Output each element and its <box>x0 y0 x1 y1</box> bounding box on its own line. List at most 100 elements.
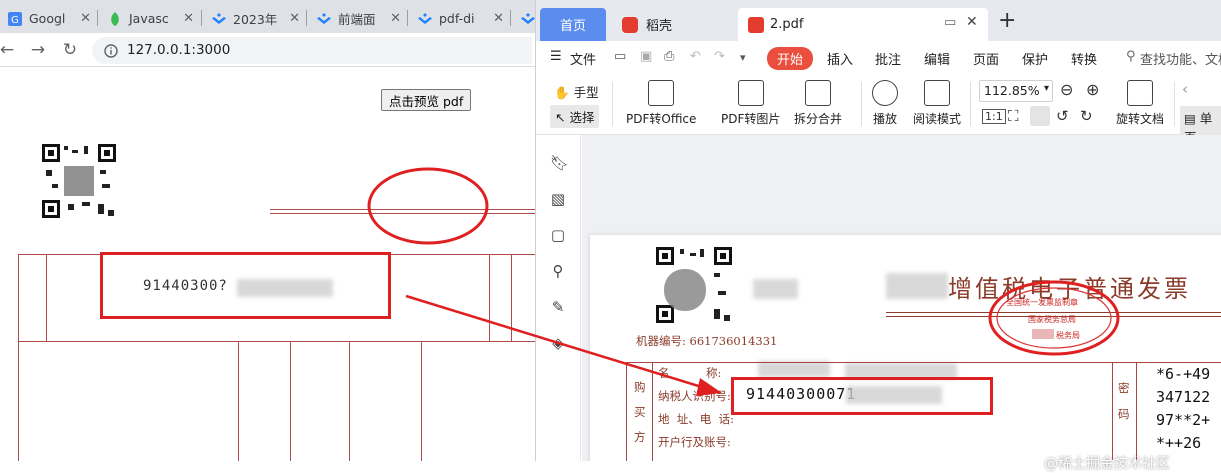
reload-icon[interactable]: ↻ <box>57 37 83 63</box>
fit-width-icon[interactable] <box>1030 106 1050 126</box>
address-bar[interactable]: 127.0.0.1:3000 <box>92 37 532 64</box>
window-icon[interactable]: ▭ <box>944 15 956 30</box>
preview-pdf-button[interactable]: 点击预览 pdf <box>381 89 472 111</box>
attachment-icon[interactable]: ⚲ <box>550 263 566 279</box>
browser-tab-pdf[interactable]: pdf-di ✕ <box>410 4 510 33</box>
undo-icon[interactable]: ↶ <box>690 49 701 64</box>
close-icon[interactable]: ✕ <box>80 11 91 26</box>
menu-file[interactable]: 文件 <box>570 49 596 68</box>
search-icon[interactable]: ⚲ <box>1126 49 1136 64</box>
tax-seal: 全国统一发票监制章 国家税务总局 税务局 <box>984 277 1124 363</box>
taxid-label: 纳税人识别号: <box>658 389 731 403</box>
browser-tab-label: 2023年 <box>233 12 278 27</box>
qr-code <box>42 144 116 222</box>
zoom-in-icon[interactable]: ⊕ <box>1086 80 1099 99</box>
play-icon <box>872 80 898 106</box>
close-icon[interactable]: ✕ <box>390 11 401 26</box>
zoom-select[interactable]: 112.85% ▾ <box>979 80 1053 102</box>
zoom-out-icon[interactable]: ⊖ <box>1060 80 1073 99</box>
select-tool[interactable]: ↖ 选择 <box>550 105 600 128</box>
browser-tab-2023[interactable]: 2023年 ✕ <box>204 4 306 33</box>
split-merge-button[interactable]: 拆分合并 <box>794 80 842 127</box>
hand-tool[interactable]: ✋ 手型 <box>554 82 599 101</box>
comment-icon[interactable]: ▢ <box>550 227 566 243</box>
chevron-left-icon[interactable]: ‹ <box>1182 80 1188 98</box>
sign-icon[interactable]: ✎ <box>550 299 566 315</box>
info-icon[interactable] <box>104 43 118 62</box>
layers-icon[interactable]: ◈ <box>550 335 566 351</box>
blurred-area <box>753 279 798 299</box>
pdf-to-office-button[interactable]: PDF转Office <box>626 80 696 127</box>
menu-protect[interactable]: 保护 <box>1022 49 1048 68</box>
menu-edit[interactable]: 编辑 <box>924 49 950 68</box>
thumbnail-icon[interactable]: ▧ <box>550 191 566 207</box>
machine-label: 机器编号: 661736014331 <box>636 334 778 348</box>
url-text: 127.0.0.1:3000 <box>127 42 231 58</box>
wps-menu-bar: ☰ 文件 ▭ ▣ ⎙ ↶ ↷ ▾ 开始 插入 批注 编辑 页面 保护 转换 ⚲ … <box>536 41 1221 74</box>
juejin-icon <box>212 12 226 26</box>
open-icon[interactable]: ▭ <box>614 49 626 64</box>
rotate-right-icon[interactable]: ↻ <box>1080 107 1093 125</box>
seal-top-text: 全国统一发票监制章 <box>1006 297 1078 307</box>
watermark: @稀土掘金技术社区 <box>1044 456 1170 472</box>
chevron-down-icon[interactable]: ▾ <box>740 51 746 64</box>
close-icon[interactable]: ✕ <box>183 11 194 26</box>
browser-tab-label: 前端面 <box>338 12 376 27</box>
seal-mid-text: 国家税务总局 <box>1028 314 1076 324</box>
browser-tab-label: pdf-di <box>439 11 475 26</box>
pdf-to-image-button[interactable]: PDF转图片 <box>721 80 780 127</box>
rotate-left-icon[interactable]: ↺ <box>1056 107 1069 125</box>
tab-daoke[interactable]: 稻壳 <box>610 8 734 41</box>
redo-icon[interactable]: ↷ <box>714 49 725 64</box>
tab-2pdf[interactable]: 2.pdf ▭ ✕ <box>738 8 988 41</box>
qr-code <box>656 247 732 327</box>
bookmark-icon[interactable]: 🔖︎ <box>550 155 569 171</box>
browser-tab-javascript[interactable]: Javasc ✕ <box>100 4 200 33</box>
page-icon: ▤ <box>1184 111 1196 126</box>
menu-convert[interactable]: 转换 <box>1071 49 1097 68</box>
menu-annotate[interactable]: 批注 <box>875 49 901 68</box>
close-icon[interactable]: ✕ <box>966 14 978 30</box>
name-label: 名 称: <box>658 366 722 380</box>
actual-size-icon[interactable]: 1:1 <box>982 109 1006 124</box>
taxid-highlight-box <box>731 377 993 415</box>
browser-tab-frontend[interactable]: 前端面 ✕ <box>309 4 407 33</box>
rotate-doc-button[interactable]: 旋转文档 <box>1116 80 1164 127</box>
menu-insert[interactable]: 插入 <box>827 49 853 68</box>
image-icon <box>737 80 764 106</box>
save-icon[interactable]: ▣ <box>640 49 652 64</box>
search-input[interactable]: 查找功能、文档 <box>1140 49 1221 68</box>
tab-home[interactable]: 首页 <box>540 8 606 41</box>
browser-tab-extra[interactable] <box>513 4 535 33</box>
forward-icon[interactable]: → <box>25 37 51 63</box>
document-area: 增值税电子普通发票 机器编号: 661736014331 全国统一发票监制章 国… <box>582 135 1221 461</box>
browser-tab-label: Googl <box>29 11 66 26</box>
juejin-icon <box>317 12 331 26</box>
google-icon: G <box>8 11 22 26</box>
close-icon[interactable]: ✕ <box>493 11 504 26</box>
menu-start[interactable]: 开始 <box>767 47 814 70</box>
read-mode-button[interactable]: 阅读模式 <box>913 80 961 127</box>
buyer-label: 购买方 <box>634 380 646 444</box>
svg-text:G: G <box>11 15 19 26</box>
menu-page[interactable]: 页面 <box>973 49 999 68</box>
blurred-area <box>886 273 948 299</box>
play-button[interactable]: 播放 <box>872 80 898 127</box>
fit-page-icon[interactable]: ⛶ <box>1008 107 1019 125</box>
blurred-area <box>237 279 333 297</box>
browser-tab-google[interactable]: G Googl ✕ <box>0 4 97 33</box>
juejin-icon <box>418 12 432 26</box>
new-tab-icon[interactable]: + <box>998 8 1016 33</box>
rotate-doc-icon <box>1127 80 1153 106</box>
pdf-file-icon <box>748 16 764 33</box>
book-icon <box>924 80 950 106</box>
print-icon[interactable]: ⎙ <box>664 49 674 64</box>
juejin-icon <box>521 12 535 26</box>
daoke-logo-icon <box>622 16 638 33</box>
wps-ribbon: ✋ 手型 ↖ 选择 PDF转Office PDF转图片 拆分合并 播放 阅读模式… <box>536 74 1221 148</box>
menu-icon[interactable]: ☰ <box>550 49 562 64</box>
back-icon[interactable]: ← <box>0 37 20 63</box>
close-icon[interactable]: ✕ <box>289 11 300 26</box>
wps-tab-bar: 首页 稻壳 2.pdf ▭ ✕ + <box>536 0 1221 41</box>
pdf-to-office-icon <box>648 80 675 106</box>
